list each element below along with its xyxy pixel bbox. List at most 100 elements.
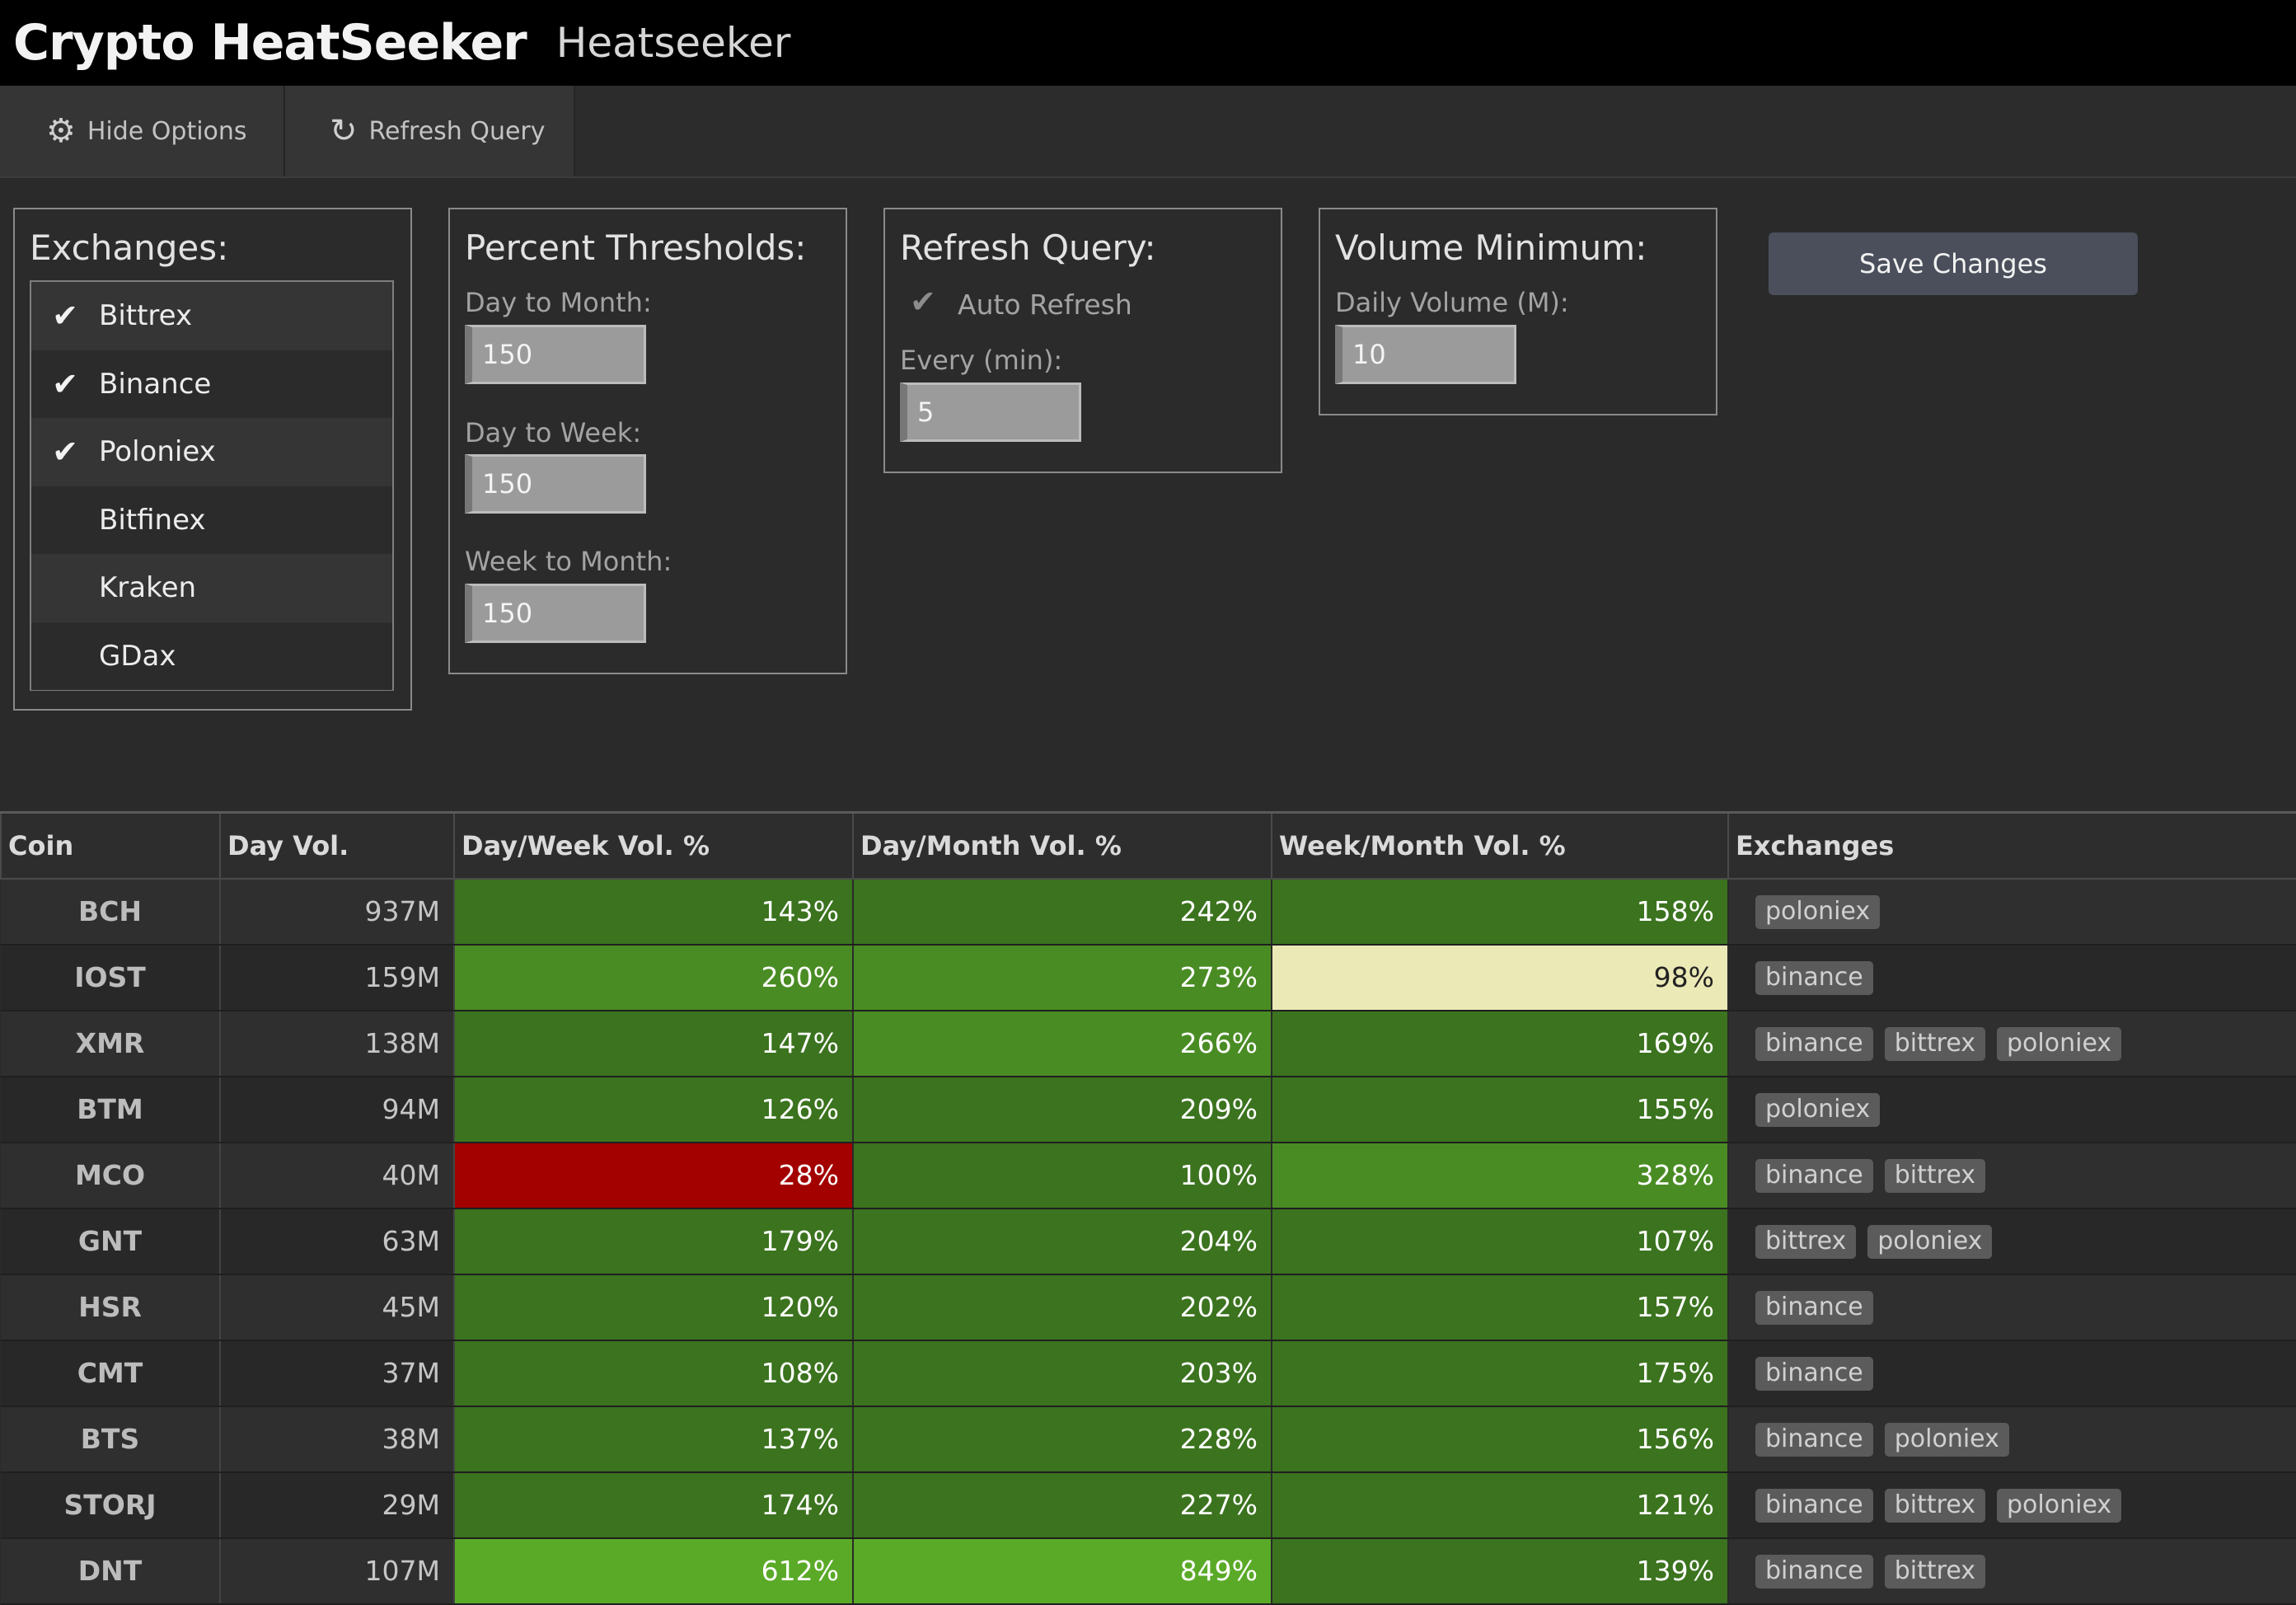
week-month-cell: 156% (1272, 1406, 1729, 1473)
exchange-label: Kraken (99, 571, 197, 605)
day-week-cell: 612% (454, 1537, 854, 1605)
day-month-cell: 202% (853, 1274, 1272, 1341)
day-month-cell: 203% (853, 1340, 1272, 1407)
save-changes-button[interactable]: Save Changes (1769, 232, 2138, 295)
table-row[interactable]: IOST 159M 260% 273% 98% binance (1, 944, 2296, 1011)
daily-volume-input[interactable] (1335, 325, 1516, 384)
table-row[interactable]: BCH 937M 143% 242% 158% poloniex (1, 878, 2296, 946)
day-month-cell: 100% (853, 1142, 1272, 1209)
exchange-tag: poloniex (1867, 1225, 1993, 1259)
hide-options-label: Hide Options (87, 116, 247, 146)
day-vol-cell: 63M (220, 1208, 455, 1275)
toolbar: ⚙ Hide Options ↻ Refresh Query (0, 86, 2296, 178)
day-vol-cell: 40M (220, 1142, 455, 1209)
exchanges-cell: binance bittrex (1728, 1537, 2296, 1605)
every-min-label: Every (min): (900, 345, 1063, 376)
day-week-cell: 28% (454, 1142, 854, 1209)
col-header-coin[interactable]: Coin (0, 811, 221, 880)
coin-table: Coin Day Vol. Day/Week Vol. % Day/Month … (0, 811, 2296, 1605)
auto-refresh-label: Auto Refresh (958, 289, 1132, 321)
day-vol-cell: 159M (220, 944, 455, 1011)
day-vol-cell: 94M (220, 1076, 455, 1143)
coin-cell: GNT (1, 1208, 221, 1275)
table-row[interactable]: STORJ 29M 174% 227% 121% binance bittrex poloni… (1, 1471, 2296, 1539)
exchange-tag: binance (1755, 1489, 1873, 1523)
auto-refresh-checkbox[interactable]: ✔ (910, 284, 936, 320)
exchange-item-gdax[interactable]: GDax (31, 622, 392, 690)
exchange-item-kraken[interactable]: Kraken (31, 554, 392, 622)
coin-cell: HSR (1, 1274, 221, 1341)
exchange-label: Poloniex (99, 435, 216, 469)
check-icon: ✔ (52, 298, 78, 335)
col-header-day-vol[interactable]: Day Vol. (219, 811, 455, 880)
week-month-cell: 175% (1272, 1340, 1729, 1407)
exchange-tag: binance (1755, 1357, 1873, 1391)
day-to-week-input[interactable] (465, 454, 646, 514)
day-to-week-label: Day to Week: (465, 417, 642, 448)
table-row[interactable]: CMT 37M 108% 203% 175% binance (1, 1340, 2296, 1407)
exchanges-cell: binance bittrex poloniex (1728, 1010, 2296, 1077)
volume-title: Volume Minimum: (1335, 228, 1647, 268)
table-row[interactable]: MCO 40M 28% 100% 328% binance bittrex (1, 1142, 2296, 1209)
exchanges-cell: binance poloniex (1728, 1406, 2296, 1473)
exchange-tag: poloniex (1755, 1093, 1881, 1127)
day-vol-cell: 45M (220, 1274, 455, 1341)
day-month-cell: 273% (853, 944, 1272, 1011)
coin-cell: MCO (1, 1142, 221, 1209)
day-week-cell: 137% (454, 1406, 854, 1473)
check-icon: ✔ (52, 365, 78, 402)
day-week-cell: 143% (454, 878, 854, 946)
refresh-query-button[interactable]: ↻ Refresh Query (285, 86, 575, 176)
exchange-label: GDax (99, 639, 176, 673)
col-header-day-week[interactable]: Day/Week Vol. % (453, 811, 854, 880)
coin-cell: BCH (1, 878, 221, 946)
exchange-tag: binance (1755, 1159, 1873, 1193)
exchange-tag: poloniex (1884, 1423, 2009, 1457)
exchange-label: Bittrex (99, 299, 193, 333)
exchange-item-poloniex[interactable]: ✔ Poloniex (31, 418, 392, 486)
coin-cell: DNT (1, 1537, 221, 1605)
coin-cell: BTM (1, 1076, 221, 1143)
exchange-item-bittrex[interactable]: ✔ Bittrex (31, 282, 392, 350)
exchange-tag: binance (1755, 1555, 1873, 1589)
hide-options-button[interactable]: ⚙ Hide Options (0, 86, 285, 176)
refresh-query-label: Refresh Query (368, 116, 546, 146)
col-header-week-month[interactable]: Week/Month Vol. % (1271, 811, 1729, 880)
exchange-tag: binance (1755, 961, 1873, 995)
week-month-cell: 98% (1272, 944, 1729, 1011)
day-month-cell: 242% (853, 878, 1272, 946)
coin-cell: XMR (1, 1010, 221, 1077)
day-month-cell: 228% (853, 1406, 1272, 1473)
exchanges-cell: poloniex (1728, 878, 2296, 946)
table-row[interactable]: DNT 107M 612% 849% 139% binance bittrex (1, 1537, 2296, 1605)
exchanges-cell: binance bittrex (1728, 1142, 2296, 1209)
day-vol-cell: 107M (220, 1537, 455, 1605)
app-subtitle: Heatseeker (555, 19, 791, 67)
top-bar: Crypto HeatSeeker Heatseeker (0, 0, 2296, 86)
exchange-item-binance[interactable]: ✔ Binance (31, 350, 392, 418)
day-week-cell: 147% (454, 1010, 854, 1077)
coin-cell: BTS (1, 1406, 221, 1473)
exchange-tag: poloniex (1997, 1489, 2122, 1523)
day-month-cell: 227% (853, 1471, 1272, 1539)
week-month-cell: 139% (1272, 1537, 1729, 1605)
day-vol-cell: 29M (220, 1471, 455, 1539)
every-min-input[interactable] (900, 382, 1081, 442)
table-row[interactable]: GNT 63M 179% 204% 107% bittrex poloniex (1, 1208, 2296, 1275)
exchanges-cell: binance (1728, 1340, 2296, 1407)
table-row[interactable]: XMR 138M 147% 266% 169% binance bittrex polonie… (1, 1010, 2296, 1077)
week-month-cell: 157% (1272, 1274, 1729, 1341)
table-row[interactable]: BTM 94M 126% 209% 155% poloniex (1, 1076, 2296, 1143)
table-body: BCH 937M 143% 242% 158% poloniex IOST 159M 260% 2… (1, 878, 2296, 1605)
col-header-exchanges[interactable]: Exchanges (1727, 811, 2296, 880)
day-to-month-input[interactable] (465, 325, 646, 384)
week-to-month-input[interactable] (465, 584, 646, 643)
col-header-day-month[interactable]: Day/Month Vol. % (852, 811, 1272, 880)
coin-table-container: Coin Day Vol. Day/Week Vol. % Day/Month … (0, 811, 2296, 1605)
exchange-item-bitfinex[interactable]: Bitfinex (31, 486, 392, 554)
table-row[interactable]: BTS 38M 137% 228% 156% binance poloniex (1, 1406, 2296, 1473)
table-row[interactable]: HSR 45M 120% 202% 157% binance (1, 1274, 2296, 1341)
week-month-cell: 155% (1272, 1076, 1729, 1143)
exchange-label: Binance (99, 367, 212, 401)
day-to-month-label: Day to Month: (465, 287, 652, 318)
